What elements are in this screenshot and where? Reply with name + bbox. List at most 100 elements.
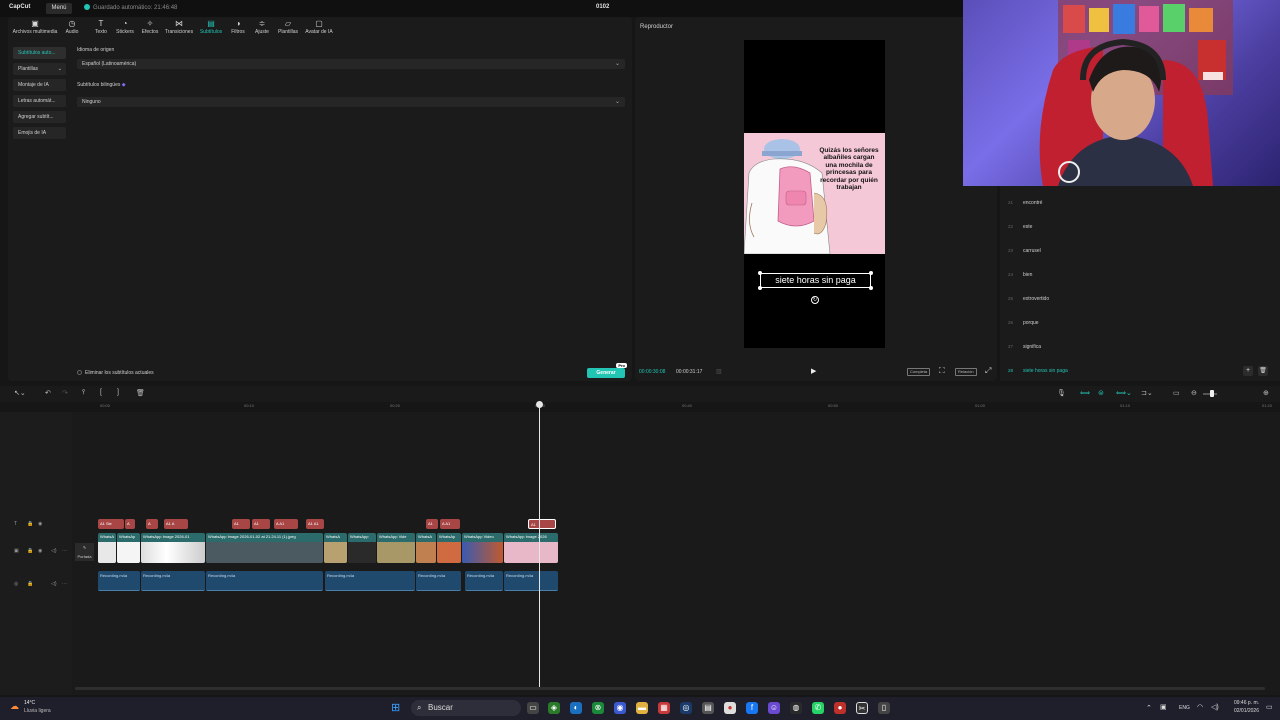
task-view-icon[interactable]: ▭ <box>527 702 539 714</box>
video-clip[interactable]: WhatsApp Image 2026-01-02 at 21.24.11 (1… <box>206 533 323 563</box>
video-clip[interactable]: WhatsA <box>416 533 436 563</box>
select-tool-icon[interactable]: ↖⌄ <box>14 389 26 397</box>
resize-handle[interactable] <box>869 286 873 290</box>
discord-icon[interactable]: ☺ <box>768 702 780 714</box>
text-clip[interactable]: A1 <box>426 519 438 529</box>
lock-icon[interactable]: 🔒 <box>27 521 33 527</box>
timecode-icon[interactable]: ▥ <box>716 368 722 375</box>
weather-desc[interactable]: Lluvia ligera <box>24 708 51 714</box>
volume-icon[interactable]: ◁) <box>1211 703 1219 711</box>
snap-icon[interactable]: ⟺⌄ <box>1116 389 1132 397</box>
tray-time[interactable]: 09:46 p. m. <box>1229 700 1259 706</box>
text-clip[interactable]: A <box>146 519 158 529</box>
zoom-out-icon[interactable]: ⊖ <box>1191 389 1197 397</box>
video-clip[interactable]: WhatsApp Vide <box>377 533 415 563</box>
video-clip[interactable]: WhatsAp <box>117 533 140 563</box>
bilingual-select[interactable]: Ninguno ⌄ <box>77 97 625 107</box>
text-clip[interactable]: A A1 <box>274 519 298 529</box>
zoom-slider-handle[interactable] <box>1210 390 1214 397</box>
video-clip[interactable]: WhatsApp <box>348 533 376 563</box>
lock-icon[interactable]: 🔒 <box>27 548 33 554</box>
speaker-icon[interactable]: ◁) <box>51 548 57 554</box>
text-clip-selected[interactable]: A1 <box>528 519 556 529</box>
caption-overlay[interactable]: siete horas sin paga <box>760 273 871 288</box>
play-icon[interactable]: ▶ <box>811 367 816 375</box>
eye-icon[interactable]: ◉ <box>38 521 42 527</box>
text-clip[interactable]: A1 <box>252 519 270 529</box>
split-icon[interactable]: ⫯ <box>82 389 85 397</box>
subtitle-row[interactable]: 27 significa <box>1008 338 1268 356</box>
nvidia-icon[interactable]: ◈ <box>548 702 560 714</box>
app-icon[interactable]: ▤ <box>702 702 714 714</box>
timeline-scrollbar[interactable] <box>75 687 1265 690</box>
more-icon[interactable]: ⋯ <box>62 548 67 554</box>
tool-avatar[interactable]: ▢ Avatar de IA <box>303 19 335 39</box>
playhead[interactable] <box>539 404 540 689</box>
subtitle-row[interactable]: 24 bien <box>1008 266 1268 284</box>
zoom-fit-icon[interactable]: ⊕ <box>1263 389 1269 397</box>
remove-current-checkbox[interactable] <box>77 370 82 375</box>
tool-adjust[interactable]: ≑ Ajuste <box>252 19 272 39</box>
subtitle-row-active[interactable]: 28 siete horas sin paga <box>1008 362 1268 380</box>
tray-app-icon[interactable]: ▣ <box>1160 703 1167 711</box>
video-clip[interactable]: WhatsApp Video <box>462 533 503 563</box>
app2-icon[interactable]: ▯ <box>878 702 890 714</box>
source-lang-select[interactable]: Español (Latinoamérica) ⌄ <box>77 59 625 69</box>
audio-clip[interactable]: Recording.m4a <box>98 571 140 591</box>
windows-start-icon[interactable]: ⊞ <box>391 701 400 714</box>
cover-button[interactable]: ✎ Portada <box>75 543 94 561</box>
ratio-button[interactable]: Relación <box>955 368 977 376</box>
menu-button[interactable]: Menú <box>46 3 72 14</box>
undo-icon[interactable]: ↶ <box>45 389 51 397</box>
capcut-icon[interactable]: ✂ <box>856 702 868 714</box>
chrome-icon[interactable]: ● <box>724 702 736 714</box>
subnav-add-subtitles[interactable]: Agregar subtít... <box>13 111 66 123</box>
audio-clip[interactable]: Recording.m4a <box>416 571 461 591</box>
subtitle-row[interactable]: 26 porque <box>1008 314 1268 332</box>
audio-clip[interactable]: Recording.m4a <box>206 571 323 591</box>
whatsapp-icon[interactable]: ✆ <box>812 702 824 714</box>
tool-text[interactable]: T Texto <box>88 19 114 39</box>
redo-icon[interactable]: ↷ <box>62 389 68 397</box>
resize-handle[interactable] <box>869 271 873 275</box>
text-clip[interactable]: A1 <box>232 519 250 529</box>
resize-handle[interactable] <box>758 271 762 275</box>
facebook-icon[interactable]: f <box>746 702 758 714</box>
trim-right-icon[interactable]: ] <box>117 389 119 396</box>
subtitle-row[interactable]: 21 encontré <box>1008 194 1268 212</box>
tool-transitions[interactable]: ⋈ Transiciones <box>163 19 195 39</box>
fullscreen-icon[interactable]: ⤢ <box>985 366 991 376</box>
taskbar-search[interactable]: ⌕ Buscar <box>411 700 521 716</box>
subtitle-row[interactable]: 25 extrovertido <box>1008 290 1268 308</box>
tool-media[interactable]: ▣ Archivos multimedia <box>8 19 62 39</box>
tray-language[interactable]: ENG <box>1179 705 1190 711</box>
steam-icon[interactable]: ◎ <box>680 702 692 714</box>
text-clip[interactable]: A <box>125 519 135 529</box>
chat-icon[interactable]: ◉ <box>614 702 626 714</box>
store-icon[interactable]: ▦ <box>658 702 670 714</box>
edge-icon[interactable]: ◐ <box>570 702 582 714</box>
speaker-icon[interactable]: ◁) <box>51 581 57 587</box>
tool-templates[interactable]: ▱ Plantillas <box>275 19 301 39</box>
subnav-auto-lyrics[interactable]: Letras automát... <box>13 95 66 107</box>
subtitle-row[interactable]: 23 carrusel <box>1008 242 1268 260</box>
microphone-icon[interactable]: 🎙 <box>1057 389 1066 397</box>
eye-icon[interactable]: ◉ <box>38 548 42 554</box>
audio-clip[interactable]: Recording.m4a <box>465 571 503 591</box>
text-clip[interactable]: A A1 <box>440 519 460 529</box>
subnav-auto-subtitles[interactable]: Subtítulos auto... <box>13 47 66 59</box>
text-clip[interactable]: A1 Sie <box>98 519 124 529</box>
tool-stickers[interactable]: ◔ Stickers <box>112 19 138 39</box>
resize-handle[interactable] <box>758 286 762 290</box>
tool-audio[interactable]: ◷ Audio <box>62 19 82 39</box>
magnet-icon[interactable]: ⊜ <box>1098 389 1104 397</box>
file-explorer-icon[interactable]: ▬ <box>636 702 648 714</box>
audio-clip[interactable]: Recording.m4a <box>504 571 558 591</box>
delete-icon[interactable]: 🗑 <box>136 389 145 397</box>
tray-chevron-icon[interactable]: ⌃ <box>1146 704 1152 712</box>
link-icon[interactable]: ⟺ <box>1080 389 1090 397</box>
tool-effects[interactable]: ✧ Efectos <box>137 19 163 39</box>
delete-subtitle-icon[interactable]: 🗑 <box>1258 366 1268 376</box>
video-clip[interactable]: WhatsApp Image 2026-01 <box>141 533 205 563</box>
video-clip[interactable]: WhatsA <box>324 533 347 563</box>
